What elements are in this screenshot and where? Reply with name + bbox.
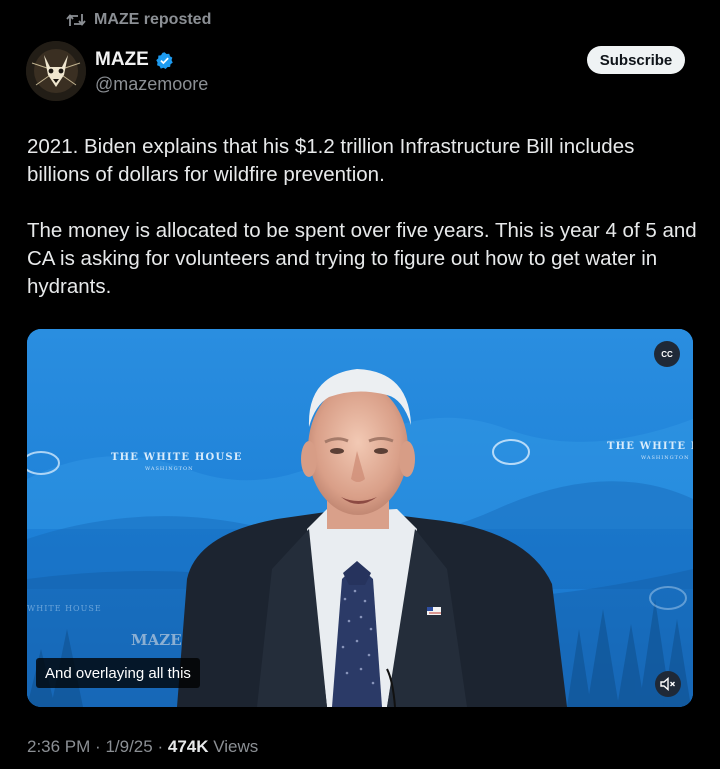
tweet-time[interactable]: 2:36 PM <box>27 737 90 757</box>
tweet-date[interactable]: 1/9/25 <box>105 737 152 757</box>
video-frame: THE WHITE HOUSE WASHINGTON THE WHITE H W… <box>27 329 693 707</box>
cc-icon: CC <box>661 349 673 359</box>
repost-label: MAZE reposted <box>94 11 212 28</box>
video-caption: And overlaying all this <box>36 658 200 688</box>
backdrop-subtext-left: WASHINGTON <box>145 466 193 472</box>
backdrop-subtext-right: WASHINGTON <box>641 455 689 461</box>
tweet-paragraph-2: The money is allocated to be spent over … <box>27 219 697 298</box>
author-name[interactable]: MAZE <box>95 49 149 71</box>
repost-header[interactable]: MAZE reposted <box>66 11 211 29</box>
avatar-image <box>26 41 86 101</box>
backdrop-text-right: THE WHITE H <box>607 441 693 452</box>
views-label: Views <box>213 737 259 756</box>
watermark: MAZE <box>131 631 182 649</box>
subscribe-button[interactable]: Subscribe <box>587 46 685 74</box>
tweet-text: 2021. Biden explains that his $1.2 trill… <box>27 133 697 301</box>
captions-toggle-button[interactable]: CC <box>654 341 680 367</box>
mute-button[interactable] <box>655 671 681 697</box>
views-count[interactable]: 474K <box>168 737 209 757</box>
volume-muted-icon <box>660 677 675 691</box>
avatar[interactable] <box>26 41 86 101</box>
tweet-meta: 2:36 PM · 1/9/25 · 474K Views <box>27 737 258 757</box>
verified-badge-icon <box>156 51 173 69</box>
repost-icon <box>66 14 86 26</box>
author-handle[interactable]: @mazemoore <box>95 74 208 95</box>
video-player[interactable]: THE WHITE HOUSE WASHINGTON THE WHITE H W… <box>27 329 693 707</box>
tweet-paragraph-1: 2021. Biden explains that his $1.2 trill… <box>27 135 635 186</box>
backdrop-text-left: THE WHITE HOUSE <box>111 452 243 463</box>
backdrop-lower-text: WHITE HOUSE <box>27 604 102 613</box>
